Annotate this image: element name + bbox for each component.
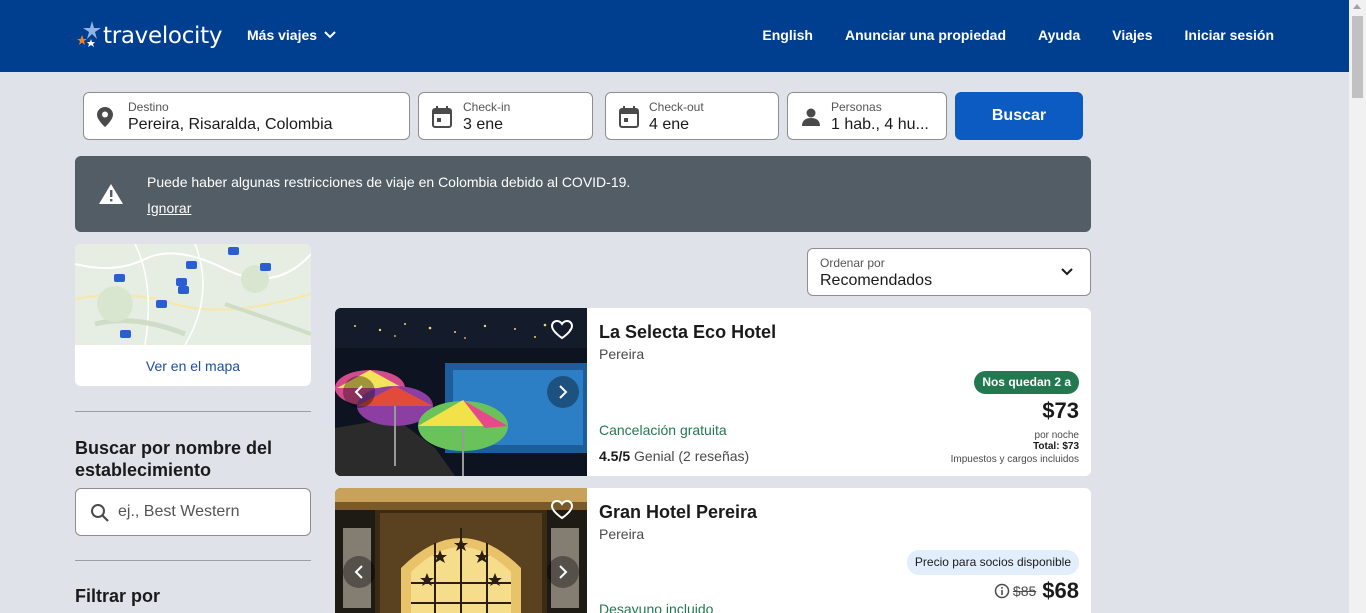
destination-value: Pereira, Risaralda, Colombia: [128, 116, 333, 133]
warning-icon: [99, 184, 123, 204]
hotel-location: Pereira: [599, 526, 645, 542]
hotel-price: $73: [1042, 398, 1079, 423]
member-price-badge: Precio para socios disponible: [906, 550, 1079, 575]
chevron-down-icon: [324, 31, 336, 39]
more-trips-menu[interactable]: Más viajes: [247, 27, 337, 43]
info-icon[interactable]: [994, 583, 1010, 599]
nav-help[interactable]: Ayuda: [1038, 27, 1080, 43]
availability-badge: Nos quedan 2 a: [974, 371, 1079, 394]
checkin-label: Check-in: [463, 100, 511, 114]
chevron-left-icon: [354, 565, 363, 579]
favorite-heart-icon[interactable]: [551, 500, 573, 520]
total-price-text: Total: $73: [1033, 441, 1079, 452]
filter-heading: Filtrar por: [75, 586, 161, 606]
search-icon: [91, 504, 109, 522]
sort-value: Recomendados: [820, 272, 933, 289]
hotel-price: $68: [1042, 578, 1079, 603]
taxes-included-text: Impuestos y cargos incluidos: [950, 454, 1079, 465]
scroll-up-arrow-icon[interactable]: [1353, 4, 1361, 9]
page-scrollbar[interactable]: [1349, 0, 1366, 613]
more-trips-label: Más viajes: [247, 27, 318, 43]
map-preview[interactable]: [75, 244, 311, 345]
next-photo-button[interactable]: [547, 556, 579, 588]
favorite-heart-icon[interactable]: [551, 320, 573, 340]
hotel-location: Pereira: [599, 346, 645, 362]
divider: [75, 411, 311, 412]
dismiss-link[interactable]: Ignorar: [147, 200, 191, 216]
chevron-down-icon: [1061, 268, 1073, 276]
hotel-name[interactable]: Gran Hotel Pereira: [599, 502, 757, 523]
map-image: [75, 244, 311, 345]
scroll-thumb[interactable]: [1352, 16, 1363, 98]
free-cancellation-text: Cancelación gratuita: [599, 422, 727, 438]
hotel-rating: 4.5/5 Genial (2 reseñas): [599, 448, 749, 464]
checkout-value: 4 ene: [649, 116, 690, 133]
chevron-right-icon: [559, 565, 568, 579]
original-price: $85: [1012, 583, 1037, 599]
top-nav: English Anunciar una propiedad Ayuda Via…: [762, 27, 1274, 43]
property-name-search[interactable]: [75, 488, 311, 536]
hotel-card[interactable]: La Selecta Eco Hotel Pereira Cancelación…: [335, 308, 1091, 476]
destination-field[interactable]: Destino Pereira, Risaralda, Colombia: [83, 92, 410, 140]
travelocity-logo[interactable]: travelocity: [76, 20, 222, 52]
divider: [75, 560, 311, 561]
previous-photo-button[interactable]: [343, 376, 375, 408]
covid-alert-banner: Puede haber algunas restricciones de via…: [75, 156, 1091, 232]
next-photo-button[interactable]: [547, 376, 579, 408]
view-on-map-link[interactable]: Ver en el mapa: [75, 358, 311, 374]
location-pin-icon: [97, 107, 113, 127]
search-button[interactable]: Buscar: [955, 92, 1083, 140]
hotel-photo[interactable]: [335, 488, 587, 613]
calendar-icon: [619, 106, 639, 128]
property-name-input[interactable]: [118, 501, 298, 523]
checkout-label: Check-out: [649, 100, 704, 114]
rating-score: 4.5/5: [599, 448, 631, 464]
checkin-field[interactable]: Check-in 3 ene: [418, 92, 593, 140]
hotel-card[interactable]: Gran Hotel Pereira Pereira Precio para s…: [335, 488, 1091, 613]
hotel-photo-image: [335, 488, 587, 613]
rating-text: Genial (2 reseñas): [634, 448, 750, 464]
guests-field[interactable]: Personas 1 hab., 4 hu...: [787, 92, 947, 140]
checkin-value: 3 ene: [463, 116, 504, 133]
hotel-photo[interactable]: [335, 308, 587, 476]
sort-label: Ordenar por: [820, 256, 885, 270]
map-card[interactable]: Ver en el mapa: [75, 244, 311, 386]
hotel-name[interactable]: La Selecta Eco Hotel: [599, 322, 776, 343]
nav-sign-in[interactable]: Iniciar sesión: [1185, 27, 1274, 43]
nav-trips[interactable]: Viajes: [1112, 27, 1152, 43]
per-night-text: por noche: [1034, 430, 1079, 441]
sort-dropdown[interactable]: Ordenar por Recomendados: [807, 248, 1091, 296]
checkout-field[interactable]: Check-out 4 ene: [605, 92, 779, 140]
previous-photo-button[interactable]: [343, 556, 375, 588]
logo-star-icon: [77, 21, 101, 47]
calendar-icon: [432, 106, 452, 128]
guests-value: 1 hab., 4 hu...: [831, 116, 929, 133]
destination-label: Destino: [128, 100, 169, 114]
top-header: travelocity Más viajes English Anunciar …: [0, 0, 1349, 72]
chevron-left-icon: [354, 385, 363, 399]
name-search-heading: Buscar por nombre del establecimiento: [75, 438, 273, 480]
breakfast-included-text: Desayuno incluido: [599, 601, 714, 613]
nav-list-property[interactable]: Anunciar una propiedad: [845, 27, 1006, 43]
person-icon: [802, 108, 820, 126]
guests-label: Personas: [831, 100, 882, 114]
nav-language[interactable]: English: [762, 27, 813, 43]
logo-text: travelocity: [103, 23, 223, 49]
chevron-right-icon: [559, 385, 568, 399]
hotel-price-group: $85 $68: [994, 578, 1079, 604]
covid-alert-message: Puede haber algunas restricciones de via…: [147, 174, 631, 190]
